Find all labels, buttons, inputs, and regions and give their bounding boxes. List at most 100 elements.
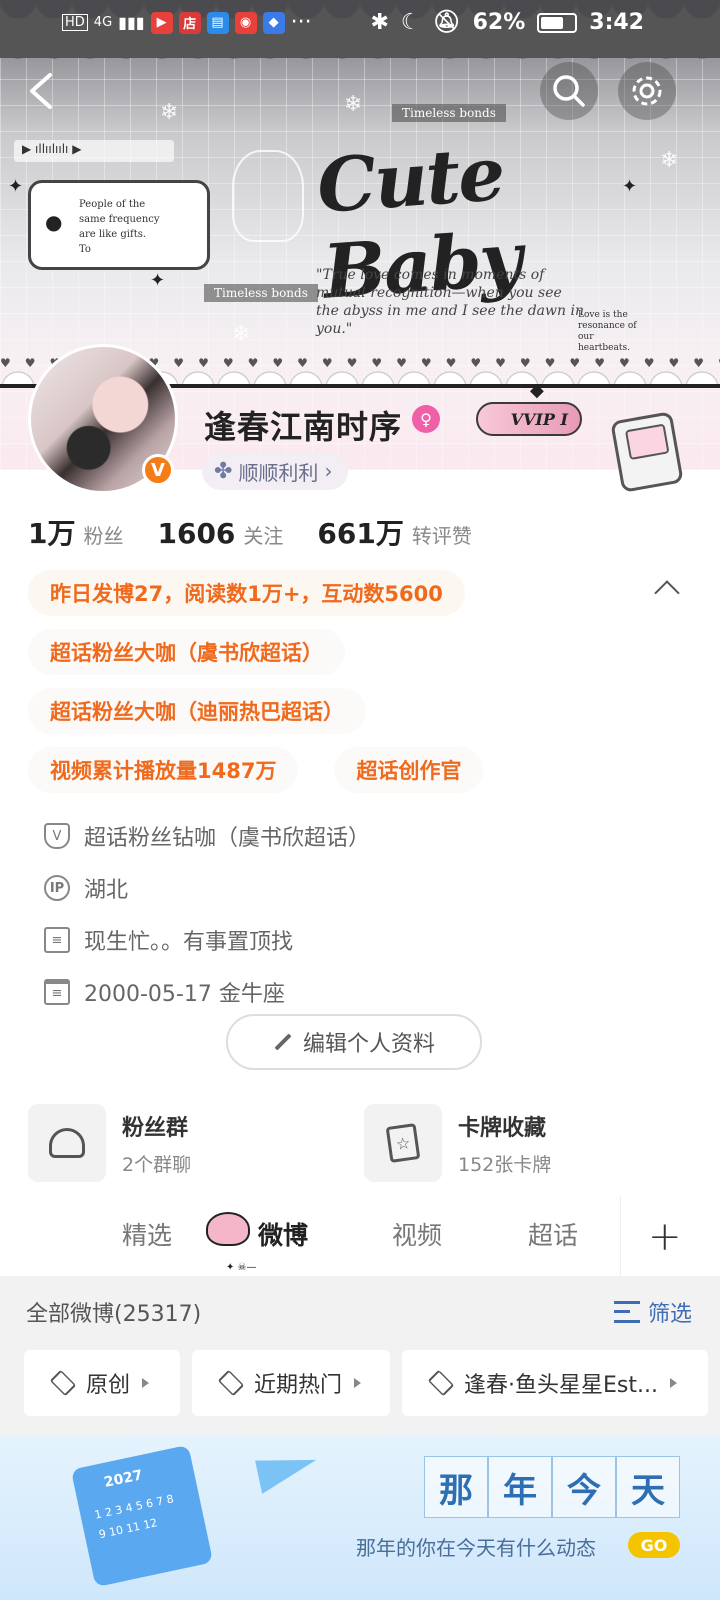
tab-weibo[interactable]: 微博	[258, 1216, 308, 1252]
gear-icon	[632, 76, 662, 106]
stat-following[interactable]: 1606 关注	[157, 517, 283, 550]
caret-right-icon	[669, 1378, 677, 1388]
filter-icon	[613, 1301, 640, 1323]
shield-icon: V	[44, 823, 70, 849]
card-icon-box	[28, 1104, 106, 1182]
more-notifications-icon: ···	[290, 10, 312, 35]
female-icon: ♀	[412, 405, 440, 433]
status-left: HD 4G ▮▮▮ ▶ 店 ▤ ◉ ◆ ···	[62, 10, 312, 35]
info-text: 现生忙。。有事置顶找	[84, 930, 294, 955]
clock: 3:42	[589, 10, 644, 35]
go-button[interactable]: GO	[628, 1532, 680, 1558]
tab-active-indicator: ✦ ☠︎—	[226, 1262, 257, 1273]
add-tab-button[interactable]: +	[648, 1214, 682, 1260]
battery-icon	[537, 12, 578, 33]
weibo-app-icon: ◉	[234, 11, 257, 34]
snowflake-icon: ❄	[660, 148, 679, 173]
badge-supertopic-fan[interactable]: 超话粉丝大咖（迪丽热巴超话）	[28, 688, 366, 734]
hd-indicator: HD	[62, 14, 88, 31]
back-button[interactable]	[12, 62, 70, 120]
info-text: 超话粉丝钻咖（虞书欣超话）	[84, 826, 371, 851]
banner-tag: Timeless bonds	[204, 284, 318, 302]
note-line: are like gifts.	[79, 229, 147, 240]
info-bio: ≡ 现生忙。。有事置顶找	[44, 914, 370, 966]
fan-group-card[interactable]: 粉丝群 2个群聊	[28, 1104, 328, 1182]
vip-badge[interactable]: VVIP I	[476, 402, 582, 436]
calendar-icon: ≡	[44, 979, 70, 1005]
stat-label: 关注	[243, 524, 284, 548]
on-this-day-banner[interactable]: 那 年 今 天 那年的你在今天有什么动态 GO	[0, 1436, 720, 1600]
edit-profile-button[interactable]: 编辑个人资料	[226, 1014, 482, 1070]
status-pill-label: 顺顺利利	[238, 460, 319, 485]
banner-tag: Timeless bonds	[392, 104, 506, 122]
chip-label: 逢春·鱼头星星Est...	[464, 1373, 658, 1398]
username: 逢春江南时序	[204, 408, 403, 446]
edit-profile-label: 编辑个人资料	[302, 1032, 435, 1057]
snowflake-icon: ❄	[232, 322, 251, 347]
status-pill[interactable]: ✤ 顺顺利利 ›	[202, 452, 349, 490]
clover-icon: ✤	[214, 458, 233, 484]
badge-daily-stats[interactable]: 昨日发博27，阅读数1万+，互动数5600	[28, 570, 465, 616]
stat-label: 粉丝	[83, 524, 124, 548]
feed-filter-chips: 原创 近期热门 逢春·鱼头星星Est...	[24, 1350, 708, 1416]
video-app-icon: ▶	[150, 11, 173, 34]
gameboy-sticker-icon	[610, 411, 684, 493]
card-subtitle: 2个群聊	[122, 1153, 192, 1176]
stat-number: 1万	[28, 517, 76, 550]
profile-info: V 超话粉丝钻咖（虞书欣超话） IP 湖北 ≡ 现生忙。。有事置顶找 ≡ 200…	[44, 810, 370, 1018]
card-collection-card[interactable]: ☆ 卡牌收藏 152张卡牌	[364, 1104, 664, 1182]
card-star-icon: ☆	[385, 1123, 421, 1163]
banner-small-note: Love is the resonance of our heartbeats.	[578, 310, 637, 353]
info-text: 2000-05-17 金牛座	[84, 982, 285, 1007]
profile-tabs: 精选 微博 ✦ ☠︎— 视频 超话 +	[0, 1196, 720, 1276]
pencil-icon	[274, 1033, 292, 1051]
card-title: 粉丝群	[122, 1115, 189, 1141]
stat-label: 转评赞	[411, 524, 472, 548]
network-indicator: 4G	[93, 15, 113, 30]
star-icon: ✦	[8, 176, 24, 197]
chevron-right-icon: ›	[324, 459, 333, 483]
feature-cards: 粉丝群 2个群聊 ☆ 卡牌收藏 152张卡牌	[28, 1104, 664, 1182]
chip-recent-hot[interactable]: 近期热门	[192, 1350, 390, 1416]
caret-right-icon	[142, 1378, 150, 1388]
title-char: 天	[616, 1456, 680, 1518]
snowflake-icon: ❄	[344, 92, 363, 117]
ip-icon: IP	[44, 875, 70, 901]
post-count: 全部微博(25317)	[26, 1302, 202, 1327]
caret-right-icon	[354, 1378, 362, 1388]
stat-followers[interactable]: 1万 粉丝	[28, 512, 123, 552]
title-char: 那	[424, 1456, 488, 1518]
shop-app-icon: 店	[178, 11, 201, 34]
badge-video-plays[interactable]: 视频累计播放量1487万	[28, 747, 299, 793]
filter-button[interactable]: 筛选	[613, 1296, 692, 1328]
info-supertopic[interactable]: V 超话粉丝钻咖（虞书欣超话）	[44, 810, 370, 862]
badge-creator[interactable]: 超话创作官	[334, 747, 484, 793]
search-icon	[553, 75, 585, 107]
chip-custom-group[interactable]: 逢春·鱼头星星Est...	[402, 1350, 708, 1416]
stat-likes[interactable]: 661万 转评赞	[317, 512, 471, 552]
card-subtitle: 152张卡牌	[458, 1153, 552, 1176]
tab-featured[interactable]: 精选	[122, 1216, 172, 1252]
filter-label: 筛选	[647, 1302, 692, 1327]
tab-supertopic[interactable]: 超话	[528, 1216, 578, 1252]
calendar-illustration-icon	[70, 1444, 214, 1588]
tool-app-icon: ◆	[262, 11, 285, 34]
bunny-sketch-decoration	[232, 150, 304, 242]
tab-video[interactable]: 视频	[392, 1216, 442, 1252]
bluetooth-icon: ✱	[370, 10, 389, 35]
achievement-badges: 昨日发博27，阅读数1万+，互动数5600 超话粉丝大咖（虞书欣超话） 超话粉丝…	[28, 570, 692, 806]
note-line: People of the	[79, 199, 146, 210]
heart-sticker-icon	[206, 1212, 250, 1246]
info-text: 湖北	[84, 878, 129, 903]
stat-number: 1606	[157, 517, 236, 550]
status-bar: HD 4G ▮▮▮ ▶ 店 ▤ ◉ ◆ ··· ✱ ☾ 🔕︎ 62% 3:42	[0, 0, 720, 48]
banner-quote: "True love comes in moments of mutual re…	[316, 267, 584, 337]
moon-icon: ☾	[400, 10, 421, 35]
search-button[interactable]	[540, 62, 598, 120]
chip-original[interactable]: 原创	[24, 1350, 180, 1416]
settings-button[interactable]	[618, 62, 676, 120]
badge-supertopic-fan[interactable]: 超话粉丝大咖（虞书欣超话）	[28, 629, 345, 675]
paw-icon: ●	[45, 210, 63, 234]
snowflake-icon: ❄	[160, 100, 179, 125]
mute-icon: 🔕︎	[432, 10, 461, 35]
